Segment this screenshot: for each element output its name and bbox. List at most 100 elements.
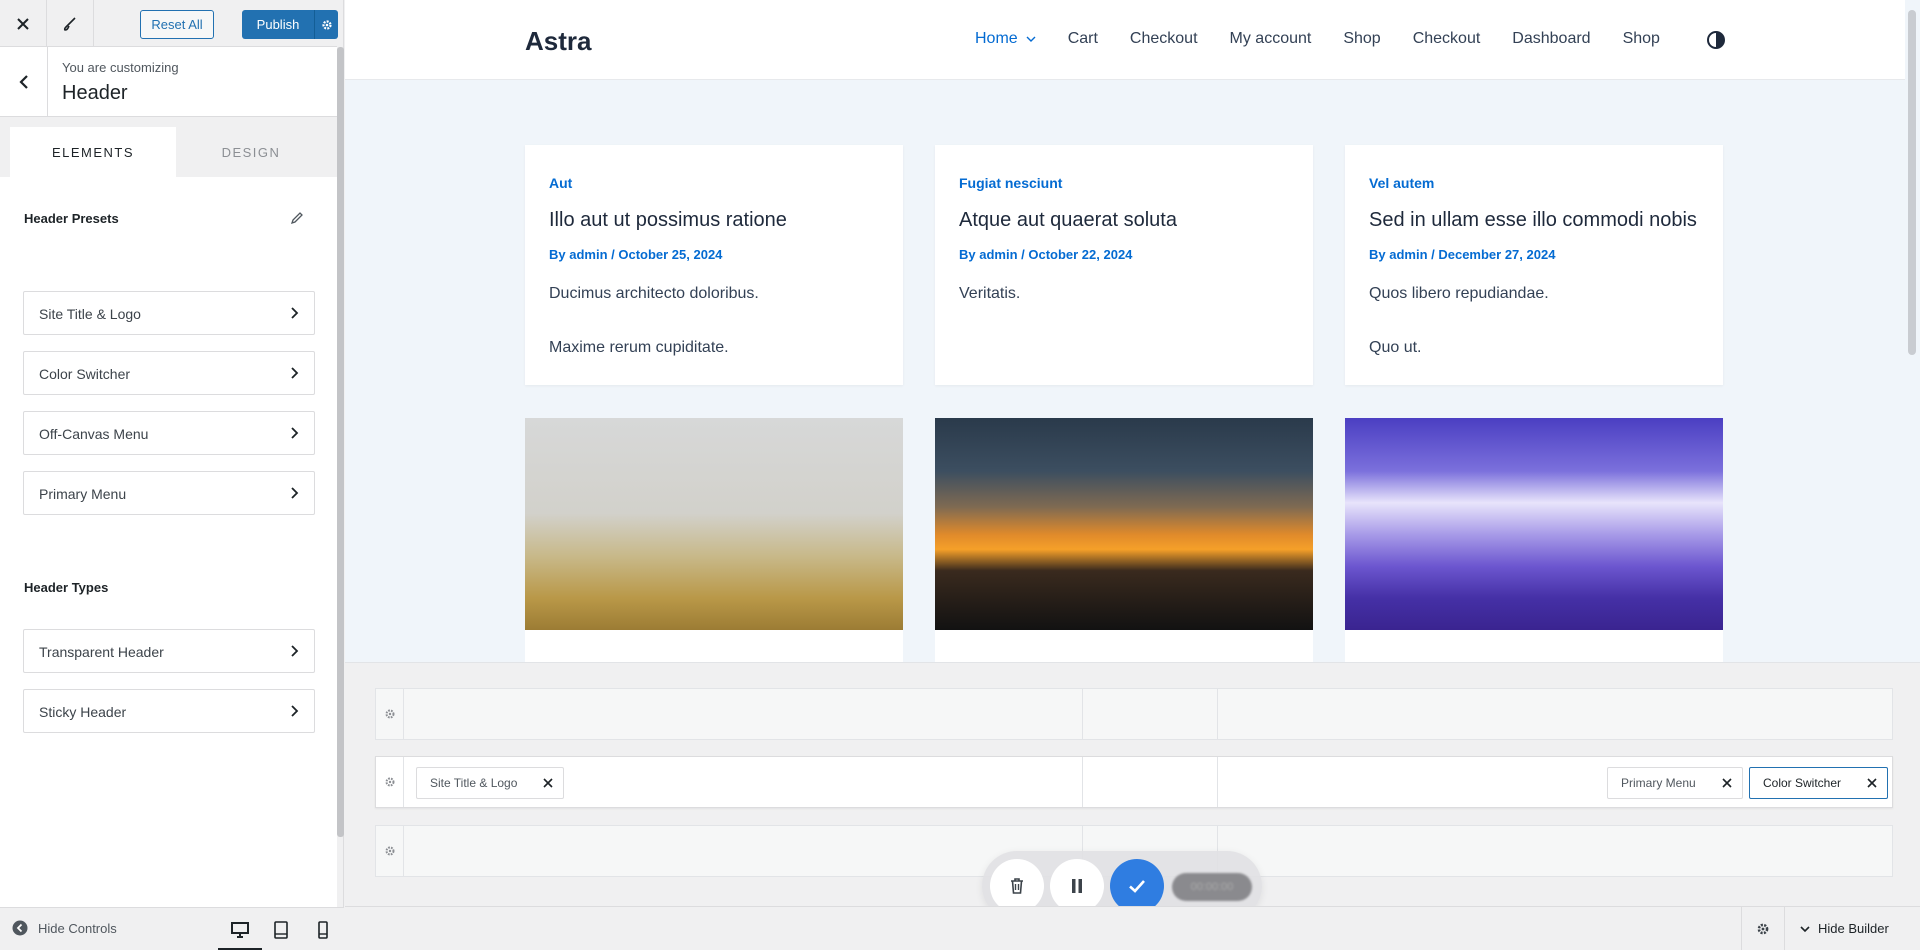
tab-design[interactable]: DESIGN bbox=[168, 127, 334, 177]
nav-item-shop[interactable]: Shop bbox=[1343, 30, 1380, 48]
customizer-sidebar: Reset All Publish You are customizing He… bbox=[0, 0, 344, 950]
sidebar-footer: Hide Controls bbox=[0, 907, 344, 950]
chevron-down-icon bbox=[1026, 36, 1036, 42]
site-preview: Astra Home Cart Checkout My account Shop… bbox=[345, 0, 1920, 662]
post-excerpt: Quos libero repudiandae. bbox=[1369, 285, 1549, 302]
section-title: Header bbox=[62, 82, 128, 104]
publish-settings-button[interactable] bbox=[314, 10, 338, 39]
publish-button[interactable]: Publish bbox=[242, 10, 314, 39]
sidebar-item-color-switcher[interactable]: Color Switcher bbox=[23, 351, 315, 395]
style-button[interactable] bbox=[47, 0, 94, 47]
chevron-right-icon bbox=[291, 367, 299, 379]
builder-chip-color-switcher[interactable]: Color Switcher bbox=[1749, 767, 1888, 799]
post-title[interactable]: Atque aut quaerat soluta bbox=[959, 209, 1299, 232]
post-title[interactable]: Illo aut ut possimus ratione bbox=[549, 209, 889, 232]
brush-icon bbox=[63, 16, 76, 31]
sidebar-item-primary-menu[interactable]: Primary Menu bbox=[23, 471, 315, 515]
post-category[interactable]: Aut bbox=[549, 175, 572, 191]
nav-item-shop-2[interactable]: Shop bbox=[1623, 30, 1660, 48]
post-card: Fugiat nesciunt Atque aut quaerat soluta… bbox=[935, 145, 1313, 385]
close-icon[interactable] bbox=[542, 777, 554, 789]
column-divider bbox=[1082, 689, 1083, 739]
post-excerpt: Veritatis. bbox=[959, 285, 1021, 302]
pause-recording-button[interactable] bbox=[1050, 859, 1104, 913]
gear-icon bbox=[385, 777, 394, 787]
sidebar-item-site-title-logo[interactable]: Site Title & Logo bbox=[23, 291, 315, 335]
post-category[interactable]: Vel autem bbox=[1369, 175, 1434, 191]
tablet-icon bbox=[274, 921, 288, 939]
hide-builder-label: Hide Builder bbox=[1818, 921, 1889, 936]
builder-chip-site-title-logo[interactable]: Site Title & Logo bbox=[416, 767, 564, 799]
close-customizer-button[interactable] bbox=[0, 0, 47, 47]
nav-item-home[interactable]: Home bbox=[975, 30, 1036, 48]
post-featured-image[interactable] bbox=[935, 418, 1313, 630]
nav-item-checkout[interactable]: Checkout bbox=[1130, 30, 1198, 48]
hide-controls-button[interactable]: Hide Controls bbox=[12, 920, 117, 936]
nav-item-checkout-2[interactable]: Checkout bbox=[1413, 30, 1481, 48]
gear-icon bbox=[321, 19, 332, 30]
close-icon[interactable] bbox=[1866, 777, 1878, 789]
tab-elements[interactable]: ELEMENTS bbox=[10, 127, 176, 177]
back-button[interactable] bbox=[0, 47, 48, 117]
pause-icon bbox=[1072, 879, 1082, 893]
sidebar-item-label: Site Title & Logo bbox=[39, 306, 141, 322]
builder-row-above-header bbox=[375, 688, 1893, 740]
sidebar-item-sticky-header[interactable]: Sticky Header bbox=[23, 689, 315, 733]
finish-recording-button[interactable] bbox=[1110, 859, 1164, 913]
post-card bbox=[525, 418, 903, 662]
chevron-right-icon bbox=[291, 487, 299, 499]
chevron-right-icon bbox=[291, 427, 299, 439]
sidebar-item-label: Off-Canvas Menu bbox=[39, 426, 149, 442]
post-featured-image[interactable] bbox=[1345, 418, 1723, 630]
close-icon[interactable] bbox=[1721, 777, 1733, 789]
trash-icon bbox=[1011, 878, 1023, 894]
gear-icon bbox=[385, 846, 394, 856]
sidebar-tabs: ELEMENTS DESIGN bbox=[0, 117, 337, 177]
nav-item-dashboard[interactable]: Dashboard bbox=[1512, 30, 1590, 48]
sidebar-scrollbar[interactable] bbox=[337, 47, 344, 837]
mobile-icon bbox=[318, 921, 328, 939]
preview-scrollbar[interactable] bbox=[1908, 10, 1916, 355]
post-excerpt: Ducimus architecto doloribus. bbox=[549, 285, 759, 302]
collapse-icon bbox=[12, 920, 28, 936]
post-title[interactable]: Sed in ullam esse illo commodi nobis bbox=[1369, 209, 1709, 232]
sidebar-item-off-canvas-menu[interactable]: Off-Canvas Menu bbox=[23, 411, 315, 455]
builder-settings-button[interactable] bbox=[1741, 907, 1785, 950]
post-meta[interactable]: By admin / October 25, 2024 bbox=[549, 247, 722, 262]
header-types-title: Header Types bbox=[24, 580, 109, 595]
site-header: Astra Home Cart Checkout My account Shop… bbox=[345, 0, 1905, 80]
nav-item-label: Home bbox=[975, 30, 1018, 47]
post-excerpt: Maxime rerum cupiditate. bbox=[549, 339, 729, 356]
delete-recording-button[interactable] bbox=[990, 859, 1044, 913]
post-category[interactable]: Fugiat nesciunt bbox=[959, 175, 1062, 191]
column-divider bbox=[1082, 757, 1083, 807]
color-switcher-icon[interactable] bbox=[1706, 30, 1726, 50]
post-card bbox=[1345, 418, 1723, 662]
chevron-right-icon bbox=[291, 307, 299, 319]
device-mobile-button[interactable] bbox=[311, 918, 335, 942]
chevron-right-icon bbox=[291, 705, 299, 717]
builder-chip-primary-menu[interactable]: Primary Menu bbox=[1607, 767, 1743, 799]
gear-icon bbox=[385, 709, 394, 719]
primary-menu: Home Cart Checkout My account Shop Check… bbox=[975, 30, 1692, 48]
post-card bbox=[935, 418, 1313, 662]
device-desktop-button[interactable] bbox=[218, 918, 262, 950]
customizing-label: You are customizing bbox=[62, 60, 179, 75]
hide-builder-button[interactable]: Hide Builder bbox=[1800, 921, 1889, 936]
post-meta[interactable]: By admin / October 22, 2024 bbox=[959, 247, 1132, 262]
device-tablet-button[interactable] bbox=[269, 918, 293, 942]
chevron-left-icon bbox=[18, 75, 28, 89]
site-title[interactable]: Astra bbox=[525, 26, 591, 57]
row-settings-button[interactable] bbox=[376, 826, 404, 876]
row-settings-button[interactable] bbox=[376, 689, 404, 739]
post-meta[interactable]: By admin / December 27, 2024 bbox=[1369, 247, 1555, 262]
row-settings-button[interactable] bbox=[376, 757, 404, 807]
reset-all-button[interactable]: Reset All bbox=[140, 10, 214, 39]
nav-item-my-account[interactable]: My account bbox=[1230, 30, 1312, 48]
edit-presets-button[interactable] bbox=[286, 207, 308, 229]
post-featured-image[interactable] bbox=[525, 418, 903, 630]
sidebar-item-transparent-header[interactable]: Transparent Header bbox=[23, 629, 315, 673]
chip-label: Site Title & Logo bbox=[430, 776, 518, 790]
nav-item-cart[interactable]: Cart bbox=[1068, 30, 1098, 48]
column-divider bbox=[1217, 757, 1218, 807]
